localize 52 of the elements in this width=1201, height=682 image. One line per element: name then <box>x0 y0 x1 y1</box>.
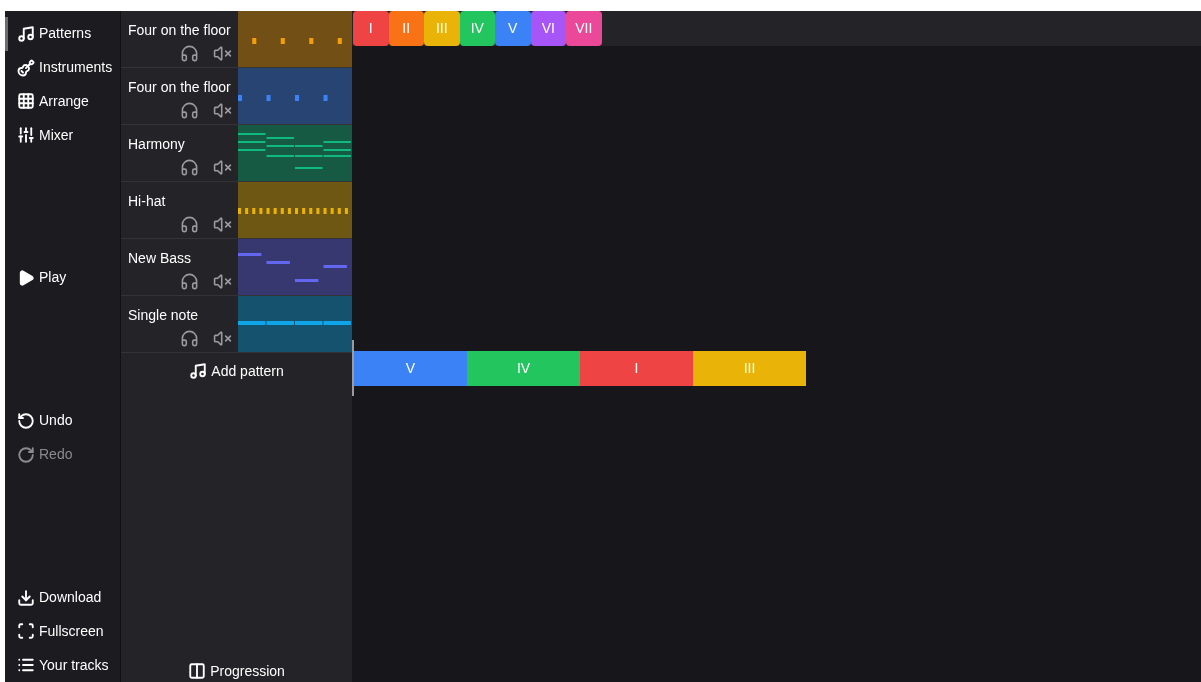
fullscreen-icon <box>17 622 35 641</box>
chord-button[interactable]: VII <box>566 11 602 46</box>
music-note-icon <box>17 24 35 43</box>
headphones-icon[interactable] <box>180 44 199 63</box>
pattern-thumbnail[interactable] <box>238 296 352 352</box>
pattern-name: Hi-hat <box>128 192 167 211</box>
play-icon <box>17 269 35 287</box>
pattern-name: Four on the floor <box>128 21 232 40</box>
redo-icon <box>17 445 35 464</box>
columns-icon <box>188 662 207 680</box>
sidebar-item[interactable]: Your tracks <box>5 648 120 682</box>
pattern-name: Harmony <box>128 135 186 154</box>
progression-chord[interactable]: V <box>354 351 467 386</box>
add-pattern-button[interactable]: Add pattern <box>121 353 352 389</box>
grid-icon <box>17 92 35 111</box>
guitar-icon <box>17 58 35 77</box>
sidebar-item[interactable]: Fullscreen <box>5 614 120 649</box>
headphones-icon[interactable] <box>180 272 199 291</box>
pattern-thumbnail[interactable] <box>238 125 352 181</box>
chord-button[interactable]: I <box>353 11 389 46</box>
mute-icon[interactable] <box>213 158 232 177</box>
sidebar-item[interactable]: Arrange <box>5 84 120 119</box>
chord-button[interactable]: II <box>388 11 424 46</box>
headphones-icon[interactable] <box>180 158 199 177</box>
undo-icon <box>17 411 35 430</box>
pattern-name: Four on the floor <box>128 78 232 97</box>
sidebar-item[interactable]: Undo <box>5 404 120 438</box>
pattern-thumbnail[interactable] <box>238 68 352 124</box>
headphones-icon[interactable] <box>180 101 199 120</box>
music-note-icon <box>189 362 208 380</box>
mute-icon[interactable] <box>213 329 232 348</box>
pattern-thumbnail[interactable] <box>238 182 352 238</box>
pattern-thumbnail[interactable] <box>238 239 352 295</box>
progression-button[interactable]: Progression <box>121 660 352 682</box>
headphones-icon[interactable] <box>180 215 199 234</box>
pattern-name: New Bass <box>128 249 193 268</box>
sidebar-item[interactable]: Download <box>5 580 120 615</box>
mute-icon[interactable] <box>213 44 232 63</box>
mute-icon[interactable] <box>213 101 232 120</box>
sidebar-item[interactable]: Play <box>5 261 120 295</box>
mute-icon[interactable] <box>213 215 232 234</box>
sidebar-item[interactable]: Instruments <box>5 50 120 85</box>
pattern-thumbnail[interactable] <box>238 11 352 67</box>
download-icon <box>17 588 35 607</box>
sidebar-item[interactable]: Mixer <box>5 118 120 152</box>
progression-chord[interactable]: I <box>580 351 693 386</box>
sliders-icon <box>17 126 35 144</box>
chord-button[interactable]: V <box>495 11 531 46</box>
mute-icon[interactable] <box>213 272 232 291</box>
pattern-name: Single note <box>128 306 200 325</box>
chord-button[interactable]: VI <box>530 11 566 46</box>
headphones-icon[interactable] <box>180 329 199 348</box>
